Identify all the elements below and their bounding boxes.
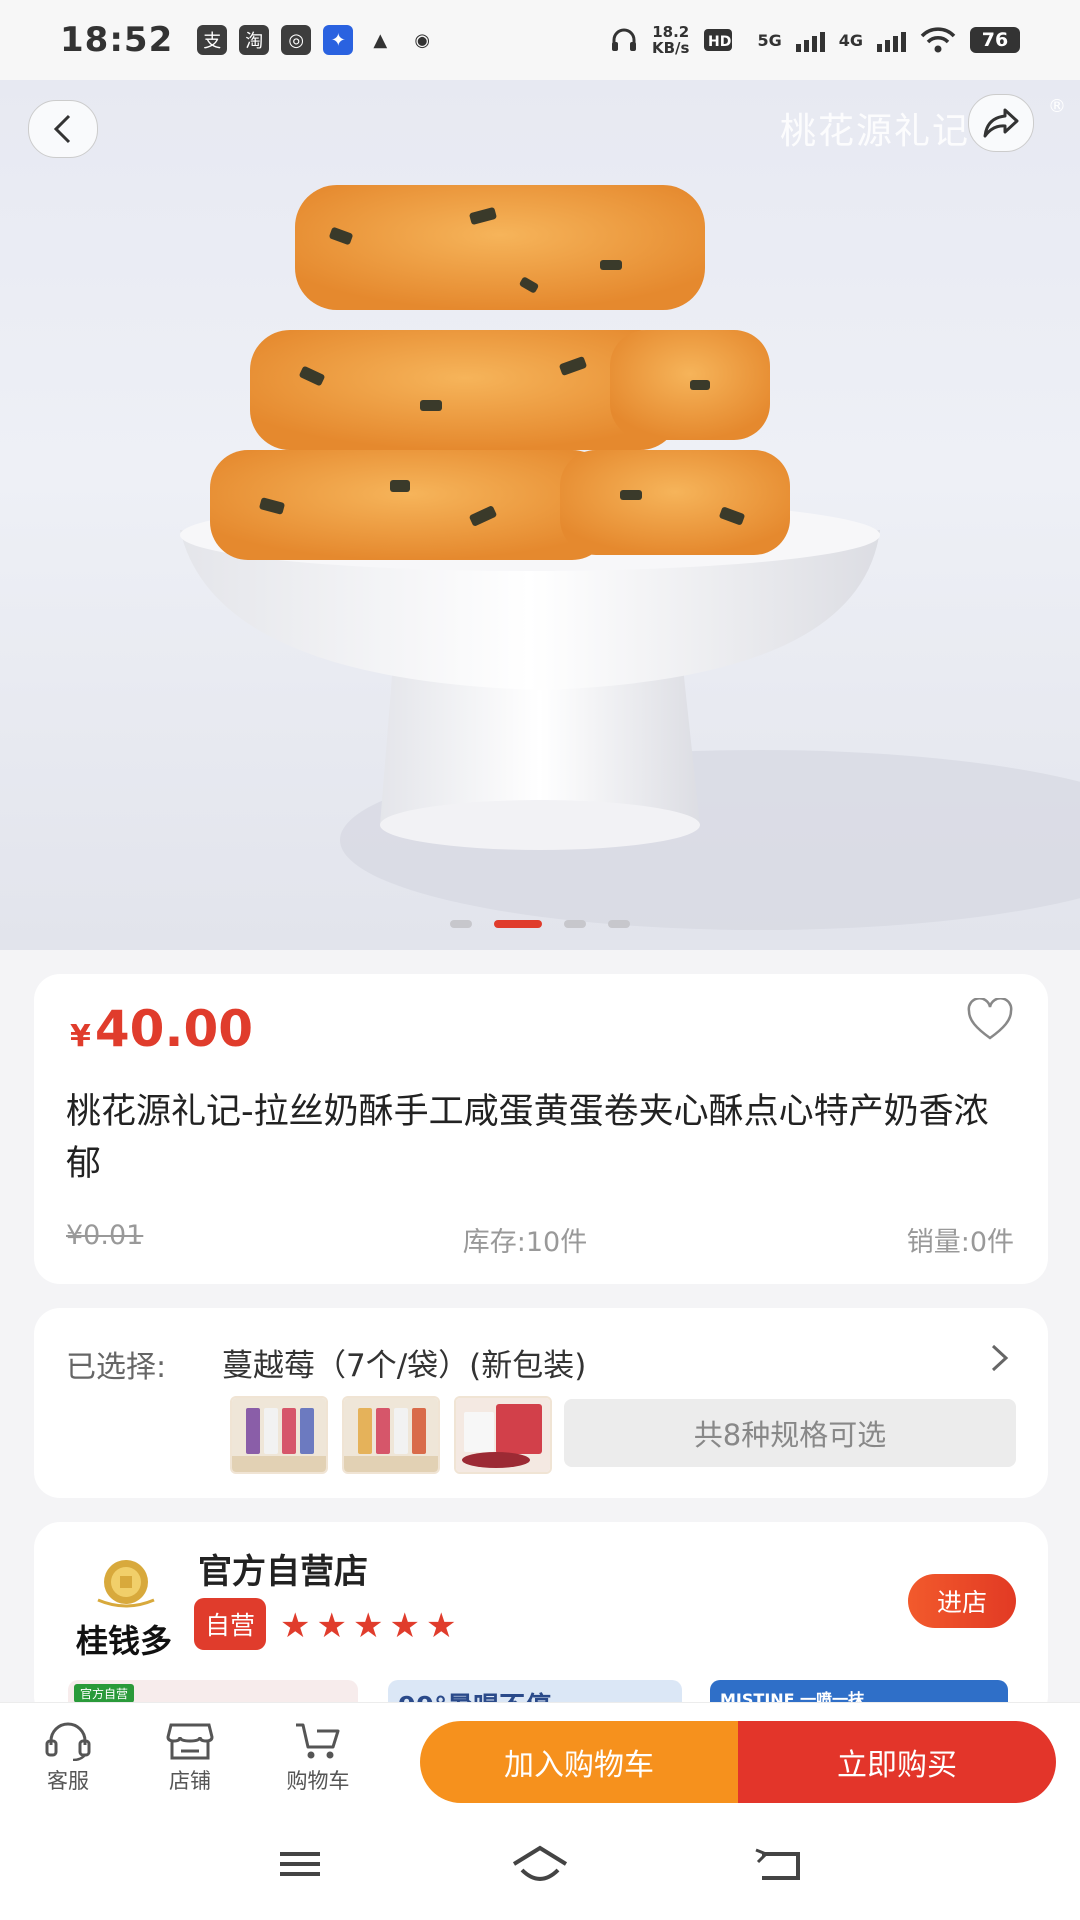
network-4g: 4G bbox=[838, 30, 863, 50]
headphones-icon bbox=[612, 28, 636, 51]
star-icon: ★ bbox=[425, 1606, 457, 1646]
spec-thumbnail-image bbox=[344, 1398, 438, 1472]
spec-thumbnail-image bbox=[232, 1398, 326, 1472]
price-value: 40.00 bbox=[94, 1000, 254, 1058]
status-time: 18:52 bbox=[60, 20, 174, 60]
app-blue-icon: ✦ bbox=[323, 25, 354, 55]
product-photo bbox=[180, 185, 1080, 930]
store-button[interactable]: 店铺 bbox=[140, 1721, 240, 1795]
spec-thumbnail[interactable] bbox=[230, 1396, 328, 1474]
product-image-carousel[interactable]: 桃花源礼记 ® bbox=[0, 80, 1080, 950]
store-label: 店铺 bbox=[169, 1769, 211, 1793]
carousel-dot-active[interactable] bbox=[494, 920, 542, 928]
spec-count-button[interactable]: 共8种规格可选 bbox=[564, 1399, 1016, 1467]
signal-4g-icon bbox=[877, 28, 906, 52]
app-icon: ◎ bbox=[281, 25, 312, 55]
product-title: 桃花源礼记-拉丝奶酥手工咸蛋黄蛋卷夹心酥点心特产奶香浓郁 bbox=[66, 1092, 989, 1184]
selected-spec: 蔓越莓（7个/袋）(新包装) bbox=[222, 1348, 587, 1384]
back-nav-icon[interactable] bbox=[752, 1844, 808, 1884]
cart-label: 购物车 bbox=[286, 1769, 350, 1793]
shop-rating: ★ ★ ★ ★ ★ bbox=[280, 1606, 456, 1646]
original-price: ¥0.01 bbox=[66, 1220, 144, 1251]
add-to-cart-button[interactable]: 加入购物车 bbox=[420, 1721, 738, 1803]
alipay-icon: 支 bbox=[197, 25, 228, 55]
spec-selector[interactable]: 已选择: 蔓越莓（7个/袋）(新包装) 共8种规格可选 bbox=[34, 1308, 1048, 1498]
wifi-icon bbox=[920, 27, 956, 53]
heart-icon bbox=[967, 997, 1013, 1040]
carousel-dot[interactable] bbox=[564, 920, 586, 928]
star-icon: ★ bbox=[352, 1606, 384, 1646]
star-icon: ★ bbox=[280, 1606, 311, 1646]
menu-icon[interactable] bbox=[276, 1844, 324, 1884]
notification-icons: 支 淘 ◎ ✦ ▲ ◉ bbox=[197, 25, 437, 55]
product-meta: ¥0.01 库存:10件 销量:0件 bbox=[66, 1220, 1014, 1259]
taobao-icon: 淘 bbox=[239, 25, 270, 55]
cart-icon bbox=[296, 1723, 340, 1759]
spec-thumbnail[interactable] bbox=[342, 1396, 440, 1474]
hd-icon: HD bbox=[704, 29, 733, 51]
system-navigation-bar bbox=[0, 1822, 1080, 1920]
favorite-button[interactable] bbox=[966, 997, 1014, 1046]
product-price: ¥40.00 bbox=[70, 1000, 253, 1058]
browser-icon: ◉ bbox=[414, 29, 431, 51]
buy-now-button[interactable]: 立即购买 bbox=[738, 1721, 1056, 1803]
cart-button[interactable]: 购物车 bbox=[268, 1721, 368, 1795]
self-operated-badge: 自营 bbox=[194, 1598, 266, 1650]
customer-service-label: 客服 bbox=[47, 1769, 89, 1793]
headset-icon bbox=[45, 1722, 91, 1761]
registered-mark: ® bbox=[1048, 96, 1066, 117]
carousel-indicator bbox=[0, 920, 1080, 928]
status-bar: 18:52 支 淘 ◎ ✦ ▲ ◉ 18.2 KB/s HD 5G 4G 76 bbox=[0, 0, 1080, 80]
enter-shop-button[interactable]: 进店 bbox=[908, 1574, 1016, 1628]
shop-name: 官方自营店 bbox=[198, 1552, 368, 1592]
spec-thumbnail[interactable] bbox=[454, 1396, 552, 1474]
shop-logo: 桂钱多 bbox=[70, 1550, 180, 1660]
battery-indicator: 76 bbox=[970, 27, 1020, 53]
customer-service-button[interactable]: 客服 bbox=[18, 1721, 118, 1795]
sales-count: 销量:0件 bbox=[906, 1227, 1014, 1258]
network-speed: 18.2 KB/s bbox=[652, 23, 690, 57]
star-icon: ★ bbox=[389, 1606, 420, 1646]
currency-symbol: ¥ bbox=[70, 1019, 91, 1054]
chevron-left-icon bbox=[53, 114, 71, 144]
spec-thumbnail-image bbox=[456, 1398, 550, 1472]
carousel-dot[interactable] bbox=[608, 920, 630, 928]
store-icon bbox=[166, 1723, 214, 1760]
brand-watermark: 桃花源礼记 bbox=[779, 111, 970, 152]
svg-text:HD: HD bbox=[708, 34, 731, 50]
shop-logo-text: 桂钱多 bbox=[76, 1622, 173, 1660]
chevron-right-icon bbox=[991, 1344, 1009, 1372]
product-info-card: ¥40.00 桃花源礼记-拉丝奶酥手工咸蛋黄蛋卷夹心酥点心特产奶香浓郁 ¥0.0… bbox=[34, 974, 1048, 1284]
carousel-dot[interactable] bbox=[450, 920, 472, 928]
network-5g: 5G bbox=[757, 30, 782, 50]
back-button[interactable] bbox=[28, 100, 98, 158]
share-button[interactable] bbox=[968, 94, 1034, 152]
home-icon[interactable] bbox=[510, 1844, 570, 1888]
star-icon: ★ bbox=[316, 1606, 347, 1646]
stock-count: 库存:10件 bbox=[462, 1227, 588, 1258]
share-icon bbox=[983, 108, 1019, 138]
bottom-action-bar: 客服 店铺 购物车 加入购物车 立即购买 bbox=[0, 1702, 1080, 1823]
selected-label: 已选择: bbox=[66, 1350, 167, 1385]
qq-icon: ▲ bbox=[373, 29, 388, 51]
signal-5g-icon bbox=[795, 28, 825, 52]
shop-card[interactable]: 桂钱多 官方自营店 自营 ★ ★ ★ ★ ★ 进店 官方自营 99°暑喝不停 M… bbox=[34, 1522, 1048, 1722]
promo-tag: 官方自营 bbox=[74, 1684, 135, 1703]
